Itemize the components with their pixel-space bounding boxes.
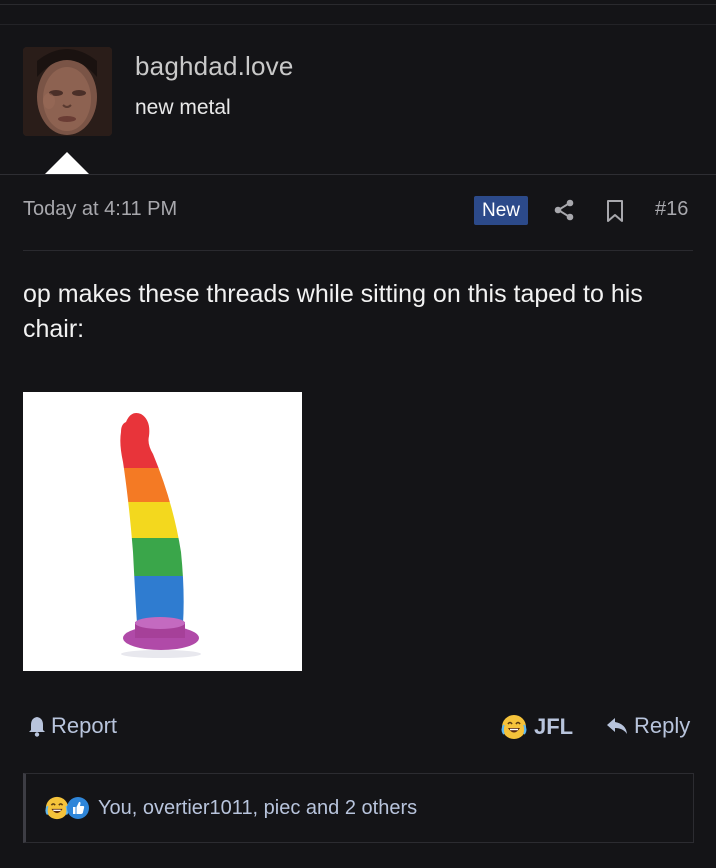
avatar-image <box>23 47 112 136</box>
avatar[interactable] <box>23 47 112 136</box>
user-title: new metal <box>135 96 231 119</box>
crying-laughing-emoji-icon <box>500 713 528 741</box>
reply-button[interactable]: Reply <box>605 713 690 739</box>
reply-arrow-icon <box>605 716 629 736</box>
post-number-link[interactable]: #16 <box>655 198 688 221</box>
jfl-label: JFL <box>534 714 574 739</box>
user-caret-pointer <box>45 152 89 174</box>
post-timestamp[interactable]: Today at 4:11 PM <box>23 198 177 221</box>
new-badge: New <box>474 196 528 225</box>
post-container: baghdad.love new metal Today at 4:11 PM … <box>0 0 716 868</box>
thumbs-up-icon <box>66 796 90 820</box>
header-divider <box>0 174 716 175</box>
post-body-text: op makes these threads while sitting on … <box>23 280 643 343</box>
top-divider <box>0 4 716 5</box>
reply-label: Reply <box>634 713 691 738</box>
bookmark-icon[interactable] <box>604 199 626 223</box>
reactions-summary-text: You, overtier1011, piec and 2 others <box>98 796 418 819</box>
meta-divider <box>23 250 693 251</box>
attached-image[interactable] <box>23 392 302 671</box>
jfl-reaction-button[interactable]: JFL <box>500 713 573 741</box>
bell-icon <box>27 715 47 737</box>
share-icon[interactable] <box>552 198 576 222</box>
top-divider-secondary <box>0 24 716 25</box>
rainbow-toy-image <box>120 413 201 658</box>
report-link[interactable]: Report <box>27 713 117 739</box>
reactions-summary[interactable]: You, overtier1011, piec and 2 others <box>23 773 694 843</box>
username[interactable]: baghdad.love <box>135 51 294 82</box>
report-label: Report <box>51 713 118 738</box>
